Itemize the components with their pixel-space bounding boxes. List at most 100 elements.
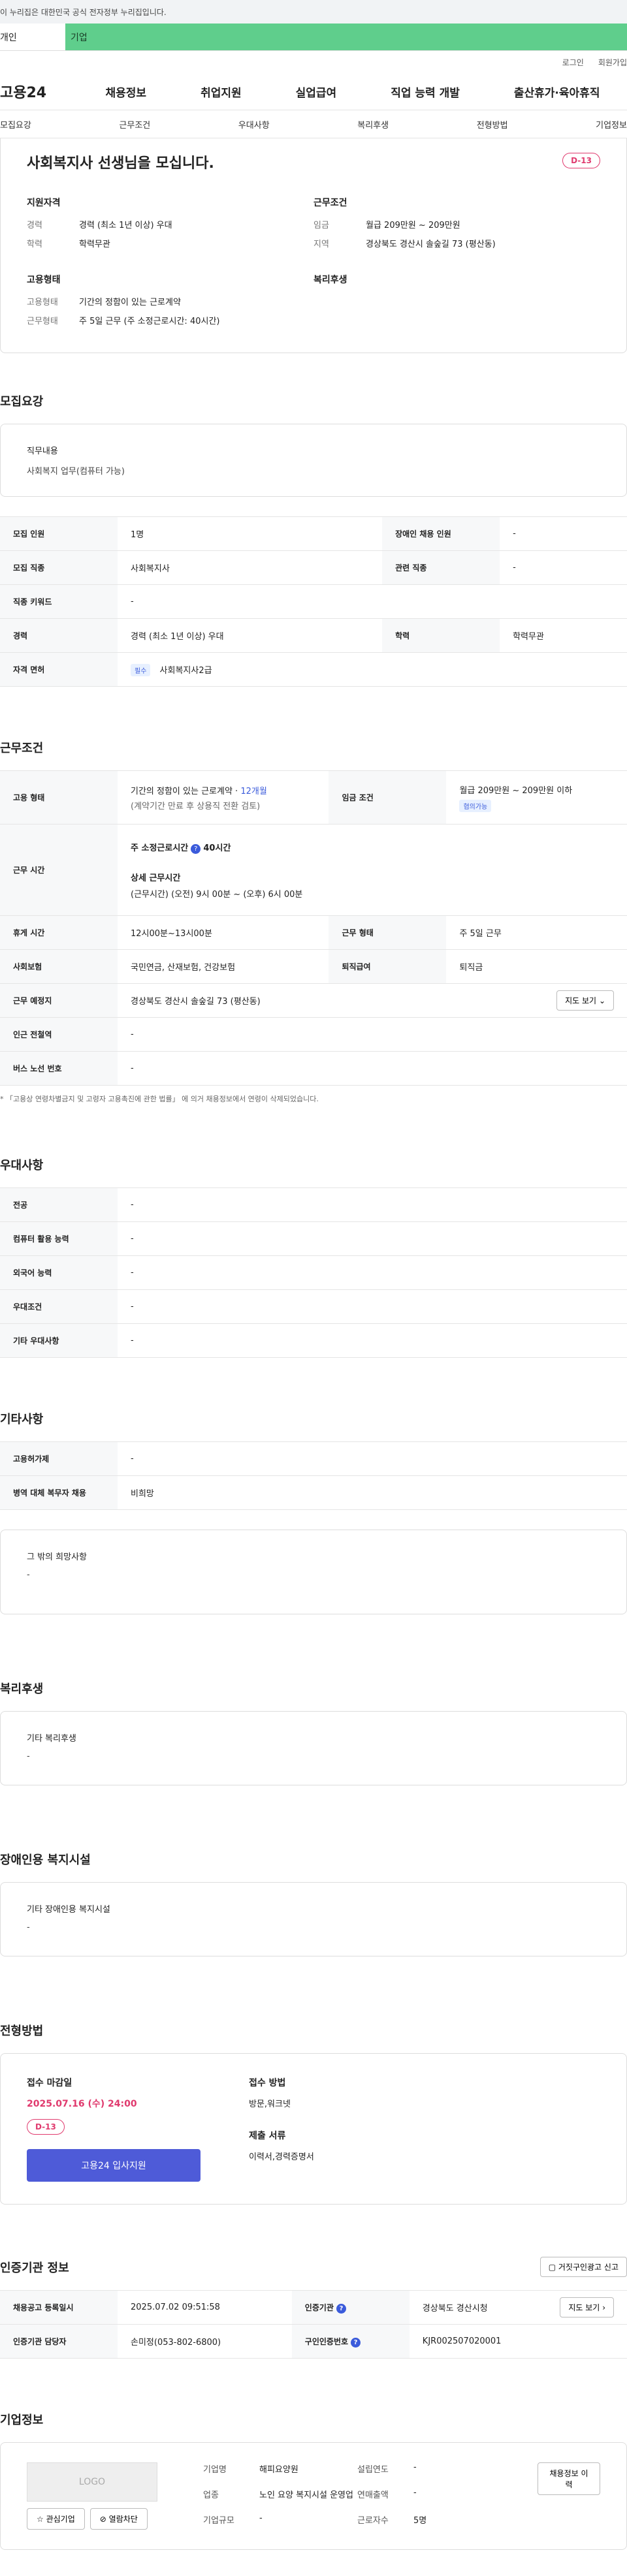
founded-value: - [413,2462,417,2472]
workform-th: 근무 형태 [329,915,447,950]
qualification-heading: 지원자격 [27,198,61,208]
related-job-value: - [500,550,627,585]
anchor-process[interactable]: 전형방법 [477,118,508,131]
reg-date-th: 채용공고 등록일시 [0,2290,118,2325]
place-cell: 경상북도 경산시 솔숲길 73 (평산동) 지도 보기 ⌄ [118,983,627,1018]
help-icon[interactable]: ? [336,2303,346,2314]
section-anchor-nav: 모집요강 근무조건 우대사항 복리후생 전형방법 기업정보 [0,110,627,138]
report-false-ad-button[interactable]: ▢ 거짓구인광고 신고 [539,2257,627,2277]
agency-map-label: 지도 보기 [568,2303,600,2312]
qual-edu-value: 학력무관 [79,240,110,249]
career-label: 경력 [0,618,118,653]
tab-company[interactable]: 기업 [65,24,627,50]
detail-hours-value: (근무시간) (오전) 9시 00분 ~ (오후) 6시 00분 [131,889,303,900]
other-wishes-box: 그 밖의 희망사항 - [0,1530,627,1614]
map-button[interactable]: 지도 보기 ⌄ [556,990,614,1011]
major-th: 전공 [0,1187,118,1222]
favorite-company-button[interactable]: ☆ 관심기업 [27,2508,85,2530]
table-row: 고용 형태 기간의 정함이 있는 근로계약 · 12개월 (계약기간 만료 후 … [0,770,627,825]
help-icon[interactable]: ? [191,843,201,854]
process-dday-badge: D-13 [27,2119,65,2135]
emp-months: 12개월 [240,786,267,796]
gnb-unemployment-benefit[interactable]: 실업급여 [296,84,337,100]
conditions-section-title: 근무조건 [0,742,44,755]
cert-num-value: KJR002507020001 [409,2324,627,2359]
site-logo[interactable]: 고용24 [0,81,78,102]
table-row: 휴게 시간 12시00분~13시00분 근무 형태 주 5일 근무 [0,915,627,950]
severance-th: 퇴직급여 [329,949,447,984]
company-size-label: 기업규모 [203,2516,234,2526]
license-value: 사회복지사2급 [159,665,212,676]
table-row: 기타 우대사항 - [0,1323,627,1358]
anchor-welfare[interactable]: 복리후생 [357,118,389,131]
summary-welfare: 복리후생 [314,273,600,333]
help-icon[interactable]: ? [351,2337,361,2348]
pref-cond-value: - [118,1289,627,1324]
method-block: 접수 방법 방문,워크넷 제출 서류 이력서,경력증명서 [249,2076,314,2182]
emp-type-sub: (계약기간 만료 후 상용직 전환 검토) [131,801,261,811]
disabled-facility-value: - [27,1923,30,1932]
gov-notice-bar: 이 누리집은 대한민국 공식 전자정부 누리집입니다. [0,0,627,24]
wage-value: 월급 209만원 ~ 209만원 이하 [459,785,573,796]
tab-individual[interactable]: 개인 [0,24,65,50]
wage-cell: 월급 209만원 ~ 209만원 이하 협의가능 [446,770,627,825]
apply-button[interactable]: 고용24 입사지원 [27,2149,201,2182]
block-company-button[interactable]: ⊘ 열람차단 [89,2508,148,2530]
recruit-section-title: 모집요강 [0,395,44,409]
insurance-th: 사회보험 [0,949,118,984]
signup-link[interactable]: 회원가입 [598,57,627,68]
language-th: 외국어 능력 [0,1255,118,1290]
time-cell: 주 소정근로시간? 40시간 상세 근무시간 (근무시간) (오전) 9시 00… [118,824,627,916]
table-row: 외국어 능력 - [0,1255,627,1290]
keyword-value: - [118,584,627,619]
language-value: - [118,1255,627,1290]
edu-label: 학력 [382,618,500,653]
military-value: 비희망 [118,1475,627,1510]
company-logo: LOGO [27,2462,157,2502]
anchor-company[interactable]: 기업정보 [596,118,627,131]
docs-value: 이력서,경력증명서 [249,2152,314,2162]
welfare-label: 기타 복리후생 [27,1734,76,1744]
industry-label: 업종 [203,2490,219,2500]
cond-wage-label: 임금 [314,221,329,230]
gnb-job-training[interactable]: 직업 능력 개발 [391,84,460,100]
bus-value: - [118,1051,627,1086]
emp-type-value: 기간의 정함이 있는 근로계약 [79,298,181,307]
table-row: 병역 대체 복무자 채용 비희망 [0,1475,627,1510]
cond-wage-value: 월급 209만원 ~ 209만원 [366,221,460,230]
anchor-conditions[interactable]: 근무조건 [119,118,150,131]
cond-region-value: 경상북도 경산시 솔숲길 73 (평산동) [366,240,496,249]
anchor-recruit[interactable]: 모집요강 [0,118,31,131]
pref-cond-th: 우대조건 [0,1289,118,1324]
process-section-title: 전형방법 [0,2024,44,2038]
emp-type-label: 고용형태 [27,298,58,307]
age-notice: * 「고용상 연령차별금지 및 고령자 고용촉진에 관한 법률」 에 의거 채용… [0,1095,319,1103]
manager-th: 인증기관 담당자 [0,2324,118,2359]
computer-value: - [118,1221,627,1256]
detail-hours-label: 상세 근무시간 [131,873,181,883]
company-logo-block: LOGO ☆ 관심기업 ⊘ 열람차단 [27,2462,157,2530]
job-title: 사회복지사 선생님을 모십니다. [27,155,214,172]
login-link[interactable]: 로그인 [562,57,584,68]
deadline-label: 접수 마감일 [27,2078,72,2088]
gnb-jobs[interactable]: 채용정보 [106,84,147,100]
computer-th: 컴퓨터 활용 능력 [0,1221,118,1256]
count-label: 모집 인원 [0,516,118,551]
disabled-facility-box: 기타 장애인용 복지시설 - [0,1882,627,1956]
agency-map-button[interactable]: 지도 보기 › [560,2297,614,2317]
agency-header: 인증기관 정보 ▢ 거짓구인광고 신고 [0,2257,627,2277]
hiring-history-button[interactable]: 채용정보 이력 [538,2462,600,2495]
company-box: LOGO ☆ 관심기업 ⊘ 열람차단 기업명 해피요양원 설립연도 - 업종 노… [0,2442,627,2550]
favorite-label: 관심기업 [46,2515,75,2524]
disabled-facility-section-title: 장애인용 복지시설 [0,1853,91,1867]
company-section-title: 기업정보 [0,2413,44,2427]
process-box: 접수 마감일 2025.07.16 (수) 24:00 D-13 고용24 입사… [0,2053,627,2205]
gnb-employment-support[interactable]: 취업지원 [201,84,242,100]
user-type-tabs: 개인 기업 [0,24,627,51]
summary-employment: 고용형태 고용형태 기간의 정함이 있는 근로계약 근무형태 주 5일 근무 (주 … [27,273,314,333]
time-th: 근무 시간 [0,824,118,916]
anchor-preference[interactable]: 우대사항 [238,118,270,131]
gnb-parental-leave[interactable]: 출산휴가·육아휴직 [514,84,600,100]
deadline-value: 2025.07.16 (수) 24:00 [27,2099,137,2109]
disabled-facility-label: 기타 장애인용 복지시설 [27,1905,110,1915]
